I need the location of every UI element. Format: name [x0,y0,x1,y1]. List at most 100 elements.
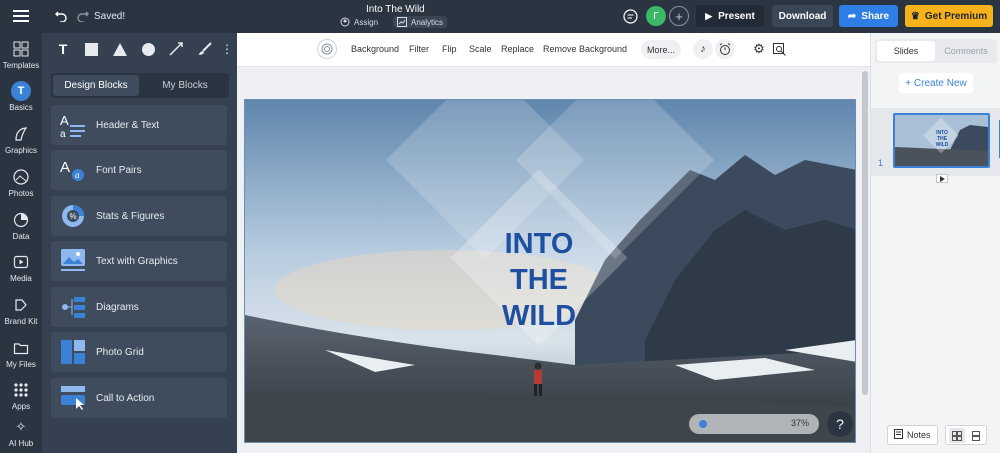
replace-button[interactable]: Replace [501,44,534,54]
help-button[interactable]: ? [827,411,853,437]
create-new-button[interactable]: + Create New [899,73,973,93]
filter-button[interactable]: Filter [409,44,429,54]
slide-options-icon[interactable] [936,174,948,183]
nav-photos[interactable]: Photos [0,167,42,198]
grid-view-toggle[interactable] [945,425,987,445]
zoom-control[interactable]: 37% [689,414,819,434]
left-navigation: Templates T Basics Graphics Photos Data … [0,33,42,453]
header-text-icon: Aa [60,112,86,138]
block-text-with-graphics[interactable]: Text with Graphics [51,241,227,281]
nav-basics[interactable]: T Basics [0,81,42,112]
canvas-scrollbar[interactable] [862,71,868,395]
media-icon [11,252,31,272]
ai-sparkle-icon: ✧ [15,419,27,434]
zoom-slider-knob[interactable] [699,420,707,428]
opacity-icon[interactable] [317,39,337,59]
block-diagrams[interactable]: Diagrams [51,287,227,327]
nav-graphics[interactable]: Graphics [0,124,42,155]
top-bar: Saved! Into The Wild Assign Analytics Г … [0,0,1000,33]
undo-icon[interactable] [54,9,68,23]
svg-text:a: a [60,129,66,138]
nav-templates[interactable]: Templates [0,39,42,70]
add-collaborator-icon[interactable]: + [669,6,689,26]
more-tools-icon[interactable]: ⋮ [221,41,233,57]
nav-label: My Files [6,360,36,369]
premium-label: Get Premium [924,10,988,22]
notes-label: Notes [907,430,931,440]
tab-my-blocks[interactable]: My Blocks [143,75,227,96]
download-button[interactable]: Download [772,5,833,27]
block-stats-figures[interactable]: % Stats & Figures [51,196,227,236]
animation-icon[interactable]: ♪ [693,39,713,59]
scale-button[interactable]: Scale [469,44,492,54]
redo-icon[interactable] [76,9,90,23]
slide-title[interactable]: INTO THE WILD [489,226,589,334]
flip-button[interactable]: Flip [442,44,457,54]
analytics-icon [397,17,407,27]
slides-panel: Slides Comments + Create New 1 INTO THE … [870,33,1000,453]
circle-tool-icon[interactable] [140,41,156,57]
timer-icon[interactable] [715,39,735,59]
user-avatar[interactable]: Г [646,6,666,26]
list-view-icon[interactable] [968,428,984,443]
share-button[interactable]: ➦ Share [839,5,898,27]
nav-media[interactable]: Media [0,252,42,283]
triangle-tool-icon[interactable] [112,41,128,57]
block-label: Photo Grid [96,346,144,358]
assign-label: Assign [354,17,379,27]
background-button[interactable]: Background [351,44,399,54]
block-label: Diagrams [96,301,139,313]
design-panel: T ⋮ Design Blocks My Blocks Aa Header & … [42,33,246,453]
nav-label: Photos [8,189,34,198]
grid-view-icon[interactable] [949,428,965,443]
tab-slides[interactable]: Slides [877,41,935,61]
nav-ai-hub[interactable]: ✧ AI Hub [0,417,42,448]
nav-apps[interactable]: Apps [0,380,42,411]
get-premium-button[interactable]: ♛ Get Premium [905,5,993,27]
text-tool-icon[interactable]: T [55,41,71,57]
more-button[interactable]: More... [641,40,682,59]
block-call-to-action[interactable]: Call to Action [51,378,227,418]
block-font-pairs[interactable]: Aa Font Pairs [51,150,227,190]
notes-icon [894,429,903,441]
folder-icon [11,338,31,358]
font-pairs-icon: Aa [60,157,86,183]
brand-kit-icon [11,295,31,315]
text-with-graphics-icon [60,248,86,274]
svg-text:%: % [70,212,77,221]
assign-button[interactable]: Assign [340,17,378,27]
nav-label: Brand Kit [4,317,38,326]
slide[interactable]: INTO THE WILD [244,99,856,443]
line-tool-icon[interactable] [168,41,184,57]
brush-tool-icon[interactable] [197,41,213,57]
present-button[interactable]: ▶ Present [696,5,764,27]
nav-my-files[interactable]: My Files [0,338,42,369]
zoom-image-icon[interactable] [771,41,787,57]
nav-data[interactable]: Data [0,210,42,241]
block-label: Header & Text [96,119,160,131]
block-photo-grid[interactable]: Photo Grid [51,332,227,372]
crown-icon: ♛ [910,10,920,22]
rectangle-tool-icon[interactable] [83,41,99,57]
slide-thumbnail[interactable]: INTO THE WILD [893,113,990,168]
slide-thumbnail-row[interactable]: 1 INTO THE WILD [871,108,1000,176]
title-line-2: THE [510,264,568,296]
tab-comments[interactable]: Comments [937,41,995,61]
notes-button[interactable]: Notes [887,425,938,445]
nav-brand-kit[interactable]: Brand Kit [0,295,42,326]
tab-design-blocks[interactable]: Design Blocks [53,75,139,96]
share-icon: ➦ [847,10,857,22]
settings-gear-icon[interactable]: ⚙ [751,41,767,57]
document-title[interactable]: Into The Wild [366,4,425,15]
block-label: Stats & Figures [96,210,165,222]
block-label: Font Pairs [96,164,142,176]
analytics-button[interactable]: Analytics [393,16,448,28]
photos-icon [11,167,31,187]
block-label: Call to Action [96,392,155,404]
block-header-text[interactable]: Aa Header & Text [51,105,227,145]
remove-background-button[interactable]: Remove Background [543,44,627,54]
svg-text:A: A [60,113,69,128]
hamburger-menu-icon[interactable] [12,8,30,24]
comments-icon[interactable] [622,8,638,24]
photo-grid-icon [60,339,86,365]
